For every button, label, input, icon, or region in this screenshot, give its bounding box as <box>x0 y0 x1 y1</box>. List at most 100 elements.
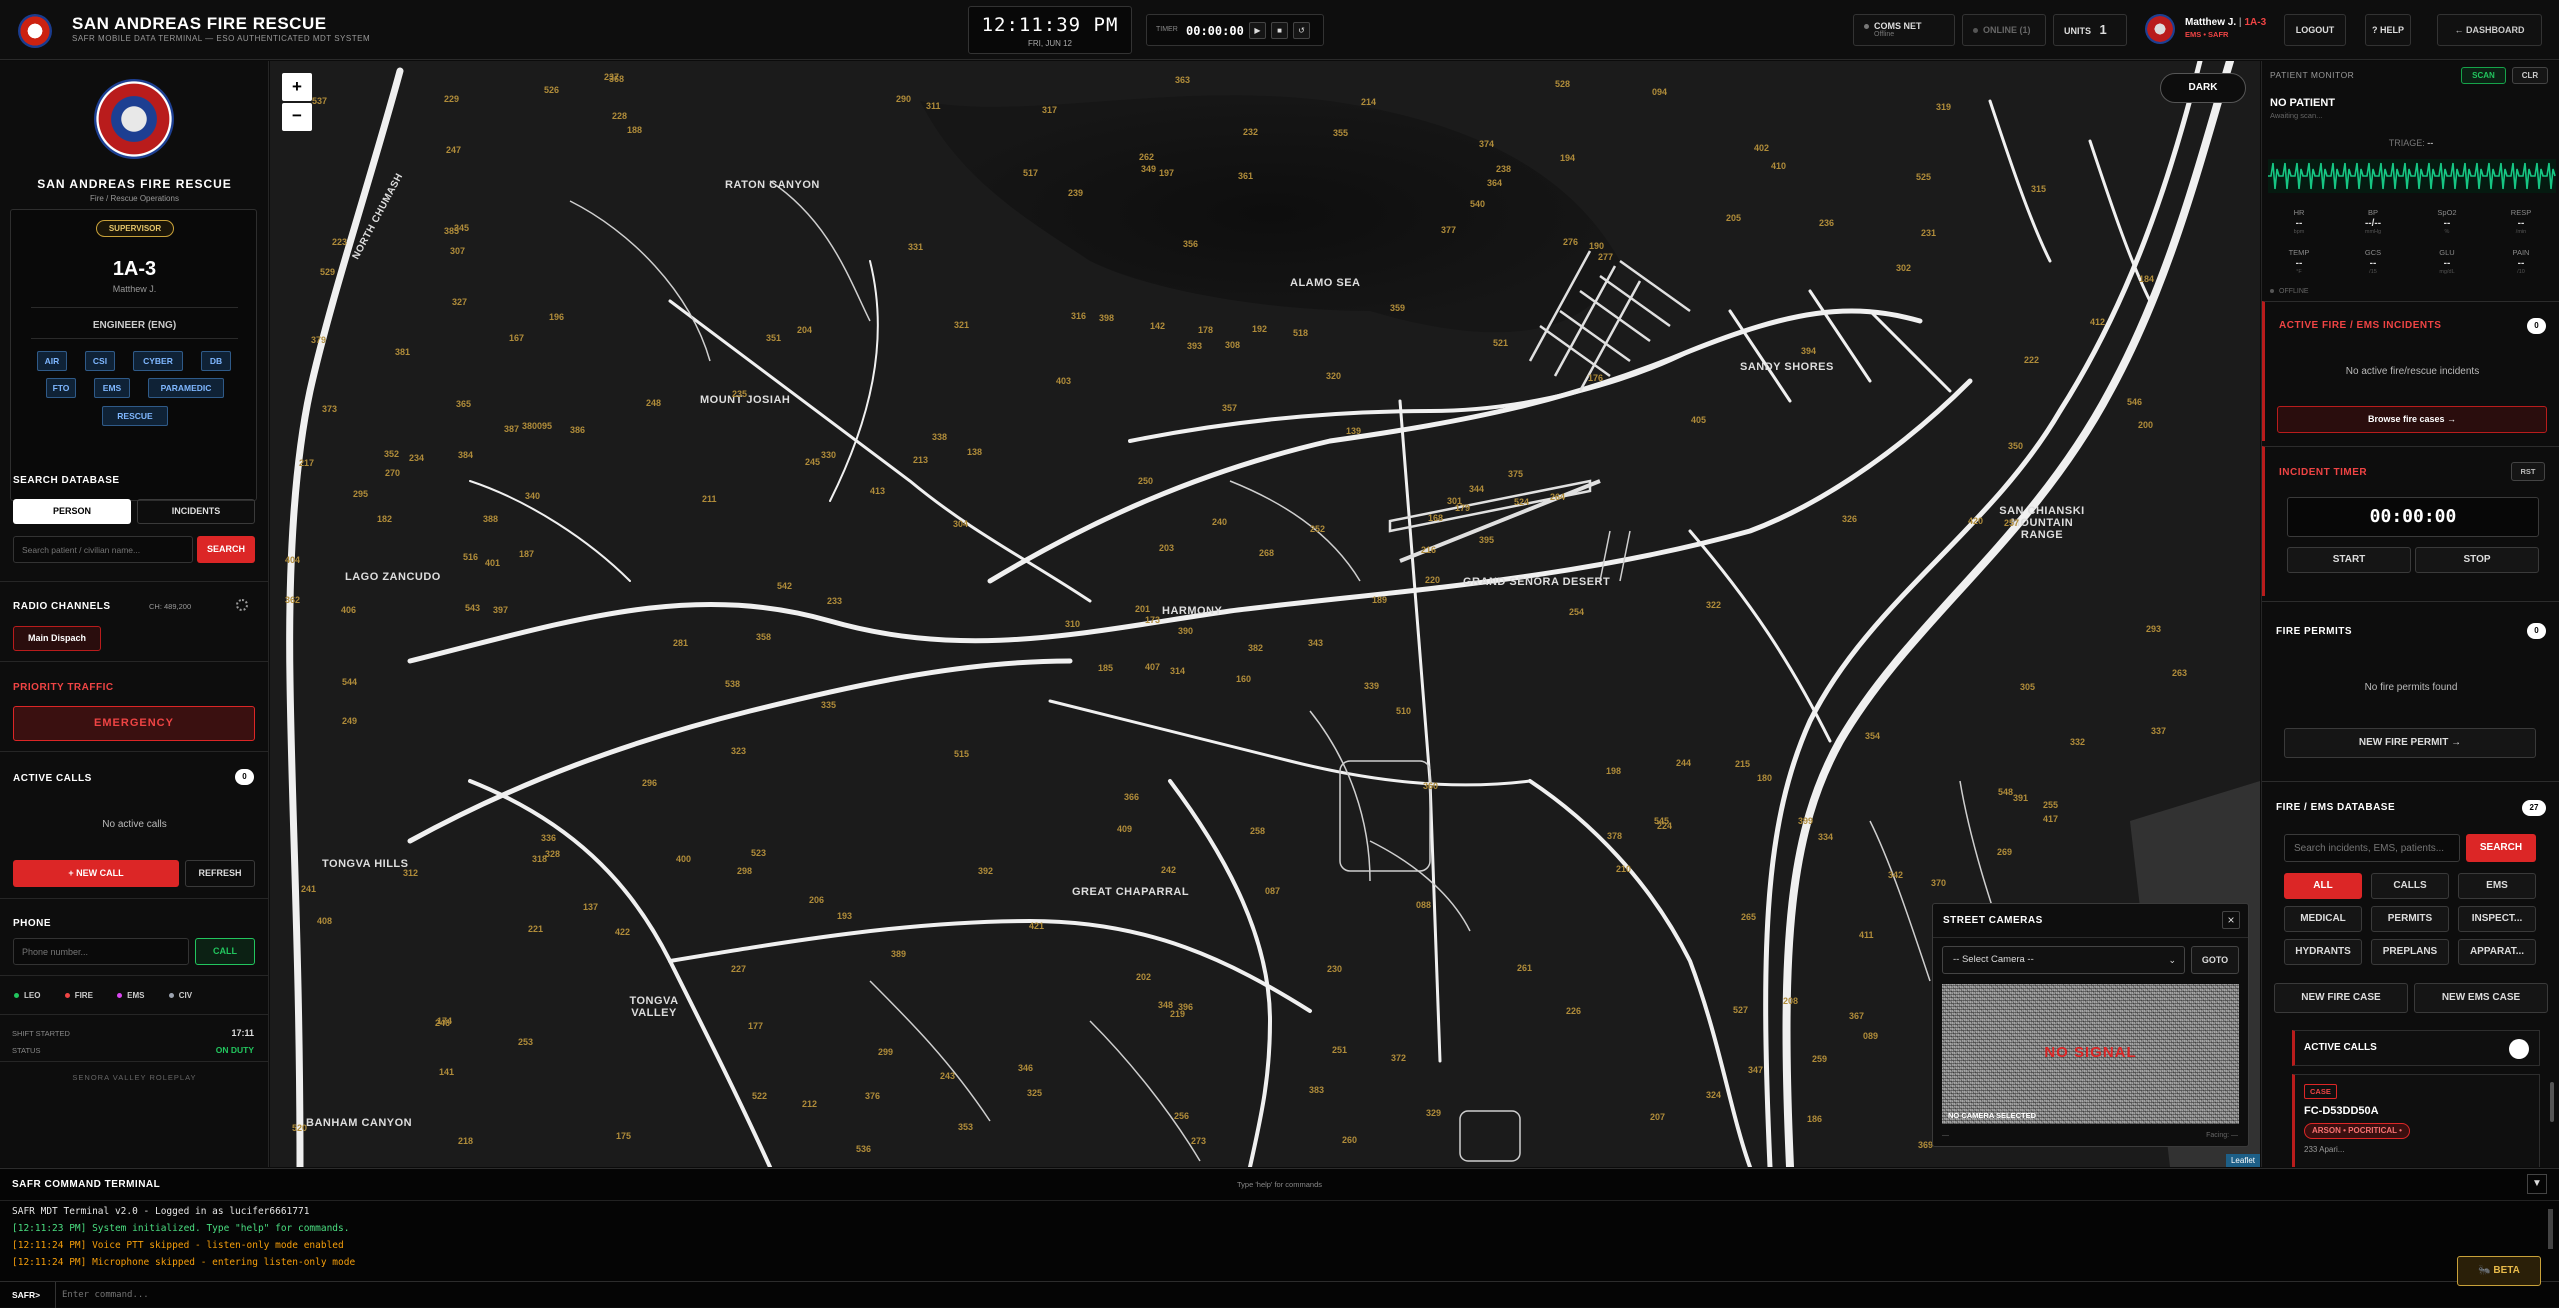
postal-label: 546 <box>2127 397 2143 407</box>
postal-label: 265 <box>1741 912 1757 922</box>
case-card[interactable]: CASE FC-D53DD50A ARSON • POCRITICAL • 23… <box>2292 1074 2540 1167</box>
filter-hydrants[interactable]: HYDRANTS <box>2284 939 2362 965</box>
filter-preplans[interactable]: PREPLANS <box>2371 939 2449 965</box>
postal-label: 338 <box>932 432 948 442</box>
timer-stop-button[interactable]: ■ <box>1271 22 1288 39</box>
postal-label: 228 <box>612 111 628 121</box>
user-info[interactable]: Matthew J. | 1A-3 EMS • SAFR <box>2185 17 2266 39</box>
help-button[interactable]: ? HELP <box>2365 14 2411 46</box>
user-avatar[interactable] <box>2145 14 2175 44</box>
vital-value: --/-- <box>2364 218 2382 229</box>
terminal-input[interactable] <box>62 1285 2462 1305</box>
postal-label: 394 <box>1801 346 1817 356</box>
leaflet-attribution[interactable]: Leaflet <box>2225 1154 2260 1167</box>
toggle-knob[interactable] <box>2509 1039 2529 1059</box>
scrollbar[interactable] <box>2550 1082 2554 1122</box>
call-button[interactable]: CALL <box>195 938 255 965</box>
beta-badge[interactable]: 🐜 BETA <box>2457 1256 2541 1286</box>
gear-icon[interactable] <box>236 599 248 611</box>
search-button[interactable]: SEARCH <box>197 536 255 563</box>
incidents-count: 0 <box>2527 318 2546 334</box>
zoom-in-button[interactable]: + <box>282 73 312 101</box>
postal-label: 263 <box>2172 668 2188 678</box>
filter-apparatus[interactable]: APPARAT... <box>2458 939 2536 965</box>
no-signal-text: NO SIGNAL <box>2044 1044 2137 1061</box>
postal-label: 385 <box>444 226 460 236</box>
database-search-input[interactable] <box>2284 834 2460 862</box>
camera-goto-button[interactable]: GOTO <box>2191 946 2239 974</box>
tab-person[interactable]: PERSON <box>13 499 131 524</box>
postal-label: 261 <box>1517 963 1533 973</box>
refresh-button[interactable]: REFRESH <box>185 860 255 887</box>
postal-label: 197 <box>1159 168 1175 178</box>
postal-label: 175 <box>616 1131 632 1141</box>
cert-tag-cyber: CYBER <box>133 351 183 371</box>
active-calls-row[interactable]: ACTIVE CALLS <box>2292 1030 2540 1066</box>
filter-medical[interactable]: MEDICAL <box>2284 906 2362 932</box>
filter-calls[interactable]: CALLS <box>2371 873 2449 899</box>
dashboard-button[interactable]: ← DASHBOARD <box>2437 14 2542 46</box>
close-icon[interactable]: × <box>2222 911 2240 929</box>
vital-unit: /min <box>2515 229 2527 235</box>
postal-label: 523 <box>751 848 767 858</box>
map-label: TONGVA HILLS <box>322 858 409 870</box>
map-theme-button[interactable]: DARK <box>2160 73 2246 103</box>
terminal-collapse-button[interactable]: ▼ <box>2527 1174 2547 1194</box>
postal-label: 310 <box>1065 619 1081 629</box>
logout-button[interactable]: LOGOUT <box>2284 14 2346 46</box>
new-fire-permit-button[interactable]: NEW FIRE PERMIT → <box>2284 728 2536 758</box>
vital-spo2: SpO2 --% <box>2410 208 2484 235</box>
postal-label: 087 <box>1265 886 1281 896</box>
postal-label: 205 <box>1726 213 1742 223</box>
postal-label: 308 <box>1225 340 1241 350</box>
terminal-scrollbar[interactable] <box>2548 1209 2553 1249</box>
search-input[interactable] <box>13 536 193 563</box>
clear-button[interactable]: CLR <box>2512 67 2548 84</box>
new-fire-case-button[interactable]: NEW FIRE CASE <box>2274 983 2408 1013</box>
new-call-button[interactable]: + NEW CALL <box>13 860 179 887</box>
phone-input[interactable] <box>13 938 189 965</box>
postal-label: 296 <box>642 778 658 788</box>
postal-label: 411 <box>1859 930 1874 940</box>
emergency-button[interactable]: EMERGENCY <box>13 706 255 741</box>
postal-label: 177 <box>748 1021 764 1031</box>
timer-reset-rst-button[interactable]: RST <box>2511 462 2545 481</box>
postal-label: 276 <box>1563 237 1579 247</box>
new-ems-case-button[interactable]: NEW EMS CASE <box>2414 983 2548 1013</box>
timer-play-button[interactable]: ▶ <box>1249 22 1266 39</box>
browse-fire-cases-button[interactable]: Browse fire cases → <box>2277 406 2547 433</box>
command-terminal: SAFR COMMAND TERMINAL Type 'help' for co… <box>0 1168 2559 1308</box>
calls-title: ACTIVE CALLS <box>13 773 92 784</box>
timer-start-button[interactable]: START <box>2287 547 2411 573</box>
chevron-down-icon: ⌄ <box>2168 955 2176 965</box>
timer-stop-button[interactable]: STOP <box>2415 547 2539 573</box>
timer-reset-button[interactable]: ↺ <box>1293 22 1310 39</box>
postal-label: 368 <box>609 74 625 84</box>
filter-permits[interactable]: PERMITS <box>2371 906 2449 932</box>
postal-label: 525 <box>1916 172 1932 182</box>
filter-all[interactable]: ALL <box>2284 873 2362 899</box>
camera-select[interactable]: -- Select Camera -- ⌄ <box>1942 946 2185 974</box>
postal-label: 369 <box>1918 1140 1934 1150</box>
postal-label: 302 <box>1896 263 1912 273</box>
sidebar-footer: SENORA VALLEY ROLEPLAY <box>72 1073 197 1082</box>
postal-label: 270 <box>385 468 401 478</box>
postal-label: 393 <box>1187 341 1203 351</box>
scan-button[interactable]: SCAN <box>2461 67 2506 84</box>
postal-label: 277 <box>1598 252 1614 262</box>
postal-label: 528 <box>1555 79 1571 89</box>
comms-label: COMS NET <box>1874 21 1922 31</box>
filter-ems[interactable]: EMS <box>2458 873 2536 899</box>
radio-ch: CH: 489,200 <box>149 602 192 611</box>
map-label: HARMONY <box>1162 605 1223 617</box>
zoom-out-button[interactable]: − <box>282 103 312 131</box>
filter-inspections[interactable]: INSPECT... <box>2458 906 2536 932</box>
comms-net-chip[interactable]: COMS NET Offline <box>1853 14 1955 46</box>
postal-label: 325 <box>1027 1088 1043 1098</box>
postal-label: 391 <box>2013 793 2029 803</box>
postal-label: 350 <box>2008 441 2024 451</box>
database-search-button[interactable]: SEARCH <box>2466 834 2536 862</box>
postal-label: 273 <box>1191 1136 1207 1146</box>
radio-channel-main[interactable]: Main Dispach <box>13 626 101 651</box>
tab-incidents[interactable]: INCIDENTS <box>137 499 255 524</box>
